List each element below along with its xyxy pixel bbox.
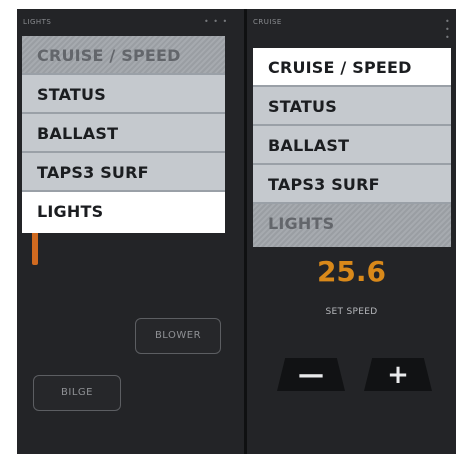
- menu-item-label: STATUS: [37, 85, 106, 104]
- bilge-button-label: BILGE: [61, 387, 93, 398]
- blower-button[interactable]: BLOWER: [135, 318, 221, 354]
- set-speed-value: 25.6: [316, 255, 387, 288]
- menu-item-ballast[interactable]: BALLAST: [22, 114, 225, 153]
- menu-item-lights: LIGHTS: [253, 204, 451, 247]
- menu-item-label: CRUISE / SPEED: [268, 58, 412, 77]
- menu-item-label: CRUISE / SPEED: [37, 46, 181, 65]
- menu-item-label: STATUS: [268, 97, 337, 116]
- more-options-icon[interactable]: • • •: [204, 18, 228, 26]
- menu-item-ballast[interactable]: BALLAST: [253, 126, 451, 165]
- menu-item-cruise-speed: CRUISE / SPEED: [22, 36, 225, 75]
- minus-icon: —: [298, 359, 324, 390]
- increase-speed-button[interactable]: +: [364, 358, 432, 391]
- menu-item-label: LIGHTS: [37, 202, 104, 221]
- set-speed-label: SET SPEED: [325, 307, 378, 317]
- menu-item-status[interactable]: STATUS: [253, 87, 451, 126]
- bilge-button[interactable]: BILGE: [33, 375, 121, 411]
- menu-item-lights[interactable]: LIGHTS: [22, 192, 225, 233]
- menu-item-taps3-surf[interactable]: TAPS3 SURF: [22, 153, 225, 192]
- cruise-panel-header: CRUISE • • •: [247, 9, 456, 42]
- decrease-speed-button[interactable]: —: [277, 358, 345, 391]
- menu-item-label: TAPS3 SURF: [37, 163, 149, 182]
- menu-item-label: LIGHTS: [268, 214, 335, 233]
- blower-button-label: BLOWER: [154, 330, 202, 341]
- menu-item-label: BALLAST: [37, 124, 119, 143]
- more-options-icon[interactable]: • • •: [445, 18, 456, 42]
- lights-panel-title: LIGHTS: [23, 18, 52, 26]
- lights-panel-header: LIGHTS • • •: [17, 9, 244, 33]
- menu-item-cruise-speed[interactable]: CRUISE / SPEED: [253, 48, 451, 87]
- plus-icon: +: [387, 359, 409, 390]
- menu-item-label: BALLAST: [268, 136, 350, 155]
- menu-item-taps3-surf[interactable]: TAPS3 SURF: [253, 165, 451, 204]
- cruise-panel-title: CRUISE: [253, 18, 282, 26]
- menu-item-label: TAPS3 SURF: [268, 175, 380, 194]
- menu-item-status[interactable]: STATUS: [22, 75, 225, 114]
